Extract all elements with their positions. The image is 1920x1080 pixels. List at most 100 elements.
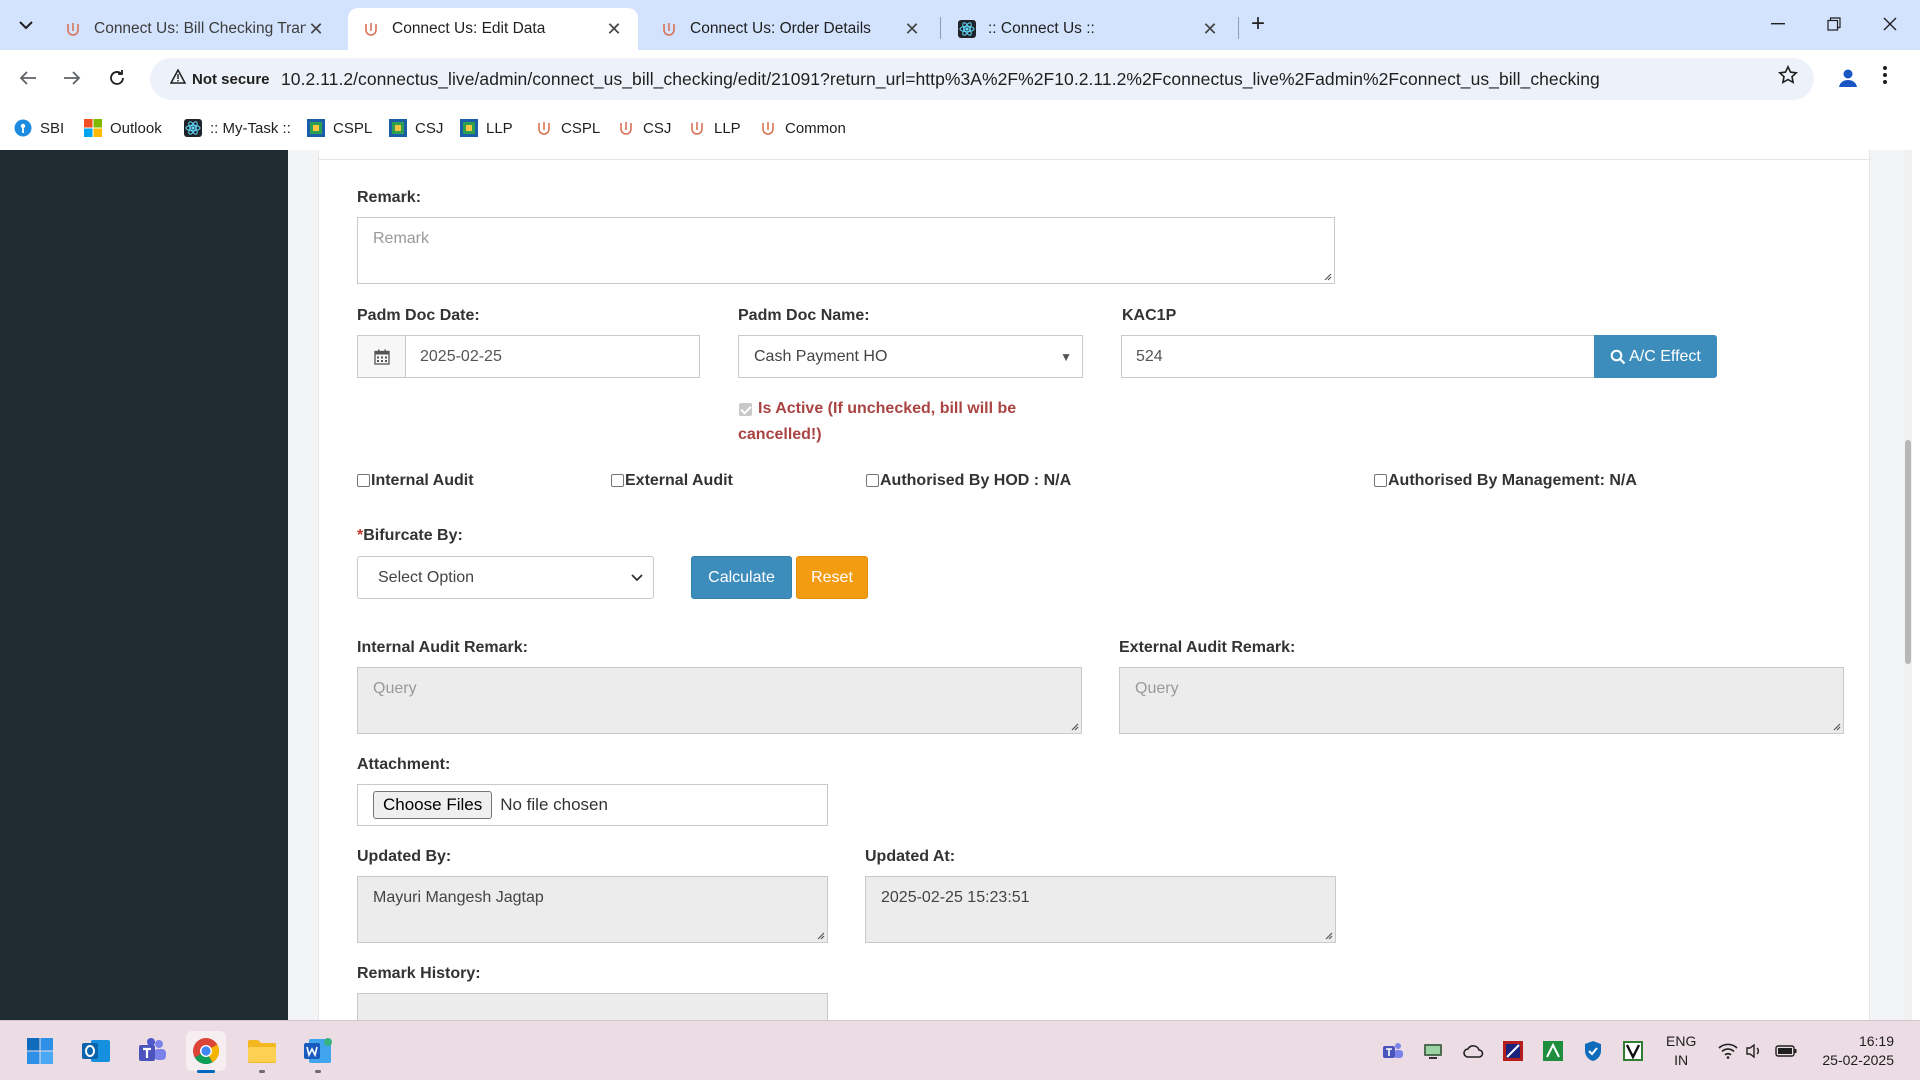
bookmark-label: CSPL (561, 119, 601, 137)
ac-effect-button[interactable]: A/C Effect (1594, 335, 1717, 378)
url-text[interactable]: 10.2.11.2/connectus_live/admin/connect_u… (281, 69, 1600, 90)
padm-doc-date-input[interactable]: 2025-02-25 (405, 335, 700, 378)
tray-network-drive-icon[interactable] (1420, 1038, 1446, 1064)
bookmark-cspl-2[interactable]: CSPL (535, 117, 600, 139)
taskbar-word[interactable] (298, 1031, 338, 1073)
chrome-icon (193, 1038, 220, 1065)
forward-button[interactable] (56, 62, 88, 94)
address-bar[interactable]: Not secure 10.2.11.2/connectus_live/admi… (150, 58, 1814, 100)
external-audit-checkbox[interactable] (611, 474, 624, 487)
site-info-button[interactable]: Not secure (162, 65, 278, 93)
app-icon (307, 119, 325, 137)
resize-grip-icon[interactable] (1831, 721, 1841, 731)
bookmark-csj[interactable]: CSJ (389, 117, 443, 139)
resize-grip-icon[interactable] (1322, 271, 1332, 281)
connectus-favicon-icon (64, 20, 82, 38)
browser-menu-icon[interactable] (1882, 64, 1888, 92)
bookmark-common[interactable]: Common (759, 117, 846, 139)
close-tab-icon[interactable]: ✕ (1200, 19, 1220, 40)
bookmark-llp[interactable]: LLP (460, 117, 513, 139)
tray-vim-icon[interactable] (1620, 1038, 1646, 1064)
tray-teams-icon[interactable] (1380, 1038, 1406, 1064)
tab-order-details[interactable]: Connect Us: Order Details ✕ (646, 8, 936, 50)
new-tab-button[interactable]: + (1244, 11, 1272, 39)
close-tab-icon[interactable]: ✕ (604, 19, 624, 40)
tab-connect-us[interactable]: :: Connect Us :: ✕ (944, 8, 1234, 50)
calendar-button[interactable] (357, 335, 406, 378)
tab-bill-checking[interactable]: Connect Us: Bill Checking Trans ✕ (50, 8, 340, 50)
active-app-indicator (197, 1070, 215, 1073)
windows-logo-icon (27, 1038, 53, 1064)
taskbar-outlook[interactable] (76, 1031, 116, 1071)
tray-security-shield-icon[interactable] (1580, 1038, 1606, 1064)
updated-at-textarea[interactable]: 2025-02-25 15:23:51 (865, 876, 1336, 943)
authorised-management-checkbox[interactable] (1374, 474, 1387, 487)
updated-by-textarea[interactable]: Mayuri Mangesh Jagtap (357, 876, 828, 943)
form-card: Remark: Remark Padm Doc Date: 2025-02-25… (318, 150, 1871, 1020)
taskbar-chrome[interactable] (186, 1031, 226, 1073)
tab-title: :: Connect Us :: (988, 20, 1095, 37)
wifi-icon[interactable] (1715, 1038, 1741, 1064)
volume-icon[interactable] (1742, 1038, 1768, 1064)
tray-app-icon[interactable] (1500, 1038, 1526, 1064)
react-favicon-icon (958, 20, 976, 38)
tab-title: Connect Us: Edit Data (392, 20, 546, 37)
taskbar-file-explorer[interactable] (242, 1031, 282, 1073)
close-window-button[interactable] (1862, 0, 1918, 48)
internal-audit-checkbox[interactable] (357, 474, 370, 487)
clock-time: 16:19 (1858, 1033, 1894, 1049)
bookmark-my-task[interactable]: :: My-Task :: (184, 117, 291, 139)
tab-edit-data[interactable]: Connect Us: Edit Data ✕ (348, 8, 638, 50)
authorised-hod-checkbox[interactable] (866, 474, 879, 487)
internal-audit-remark-textarea[interactable]: Query (357, 667, 1082, 734)
resize-grip-icon[interactable] (1069, 721, 1079, 731)
updated-at-label: Updated At: (865, 848, 956, 865)
back-button[interactable] (12, 62, 44, 94)
page-scrollbar[interactable] (1904, 150, 1912, 1020)
arrow-left-icon (19, 71, 36, 85)
bookmark-label: :: My-Task :: (210, 119, 291, 137)
external-audit-remark-textarea[interactable]: Query (1119, 667, 1844, 734)
close-tab-icon[interactable]: ✕ (306, 19, 326, 40)
reload-button[interactable] (101, 62, 133, 94)
taskbar-teams[interactable] (132, 1031, 172, 1071)
external-audit-label: External Audit (625, 472, 733, 489)
remark-history-box[interactable] (357, 993, 828, 1020)
tray-onedrive-icon[interactable] (1460, 1038, 1486, 1064)
input-language-indicator[interactable]: ENG IN (1666, 1032, 1696, 1070)
battery-icon[interactable] (1773, 1038, 1799, 1064)
bookmark-csj-2[interactable]: CSJ (617, 117, 671, 139)
bookmark-label: CSJ (415, 119, 444, 137)
kac1p-input[interactable]: 524 (1121, 335, 1597, 378)
choose-files-button[interactable]: Choose Files (373, 791, 493, 819)
bookmark-sbi[interactable]: SBI (14, 117, 64, 139)
attachment-file-input[interactable]: Choose Files No file chosen (357, 784, 828, 826)
bookmark-outlook[interactable]: Outlook (84, 117, 162, 139)
bookmark-star-icon[interactable] (1777, 64, 1799, 91)
padm-doc-name-select[interactable]: Cash Payment HO ▼ (738, 335, 1083, 378)
start-button[interactable] (20, 1031, 60, 1071)
calculate-button[interactable]: Calculate (691, 556, 792, 599)
resize-grip-icon[interactable] (1323, 930, 1333, 940)
remark-textarea[interactable]: Remark (357, 217, 1335, 284)
chevron-down-icon (19, 20, 33, 29)
profile-avatar-icon[interactable] (1832, 62, 1864, 94)
system-clock[interactable]: 16:19 25-02-2025 (1812, 1032, 1894, 1070)
minimize-button[interactable] (1750, 0, 1806, 48)
resize-grip-icon[interactable] (815, 930, 825, 940)
reset-button[interactable]: Reset (796, 556, 868, 599)
bifurcate-select[interactable]: Select Option (357, 556, 654, 599)
restore-button[interactable] (1806, 0, 1862, 48)
authorised-hod-label: Authorised By HOD : N/A (880, 472, 1072, 489)
attachment-label: Attachment: (357, 756, 451, 773)
internal-audit-remark-placeholder: Query (373, 680, 417, 697)
bookmark-llp-2[interactable]: LLP (688, 117, 741, 139)
internal-audit-label: Internal Audit (371, 472, 474, 489)
tab-search-button[interactable] (10, 9, 42, 41)
bookmark-label: LLP (486, 119, 513, 137)
scrollbar-thumb[interactable] (1905, 440, 1911, 664)
tray-sheets-icon[interactable] (1540, 1038, 1566, 1064)
close-tab-icon[interactable]: ✕ (902, 19, 922, 40)
bookmark-label: CSPL (333, 119, 373, 137)
bookmark-cspl[interactable]: CSPL (307, 117, 372, 139)
